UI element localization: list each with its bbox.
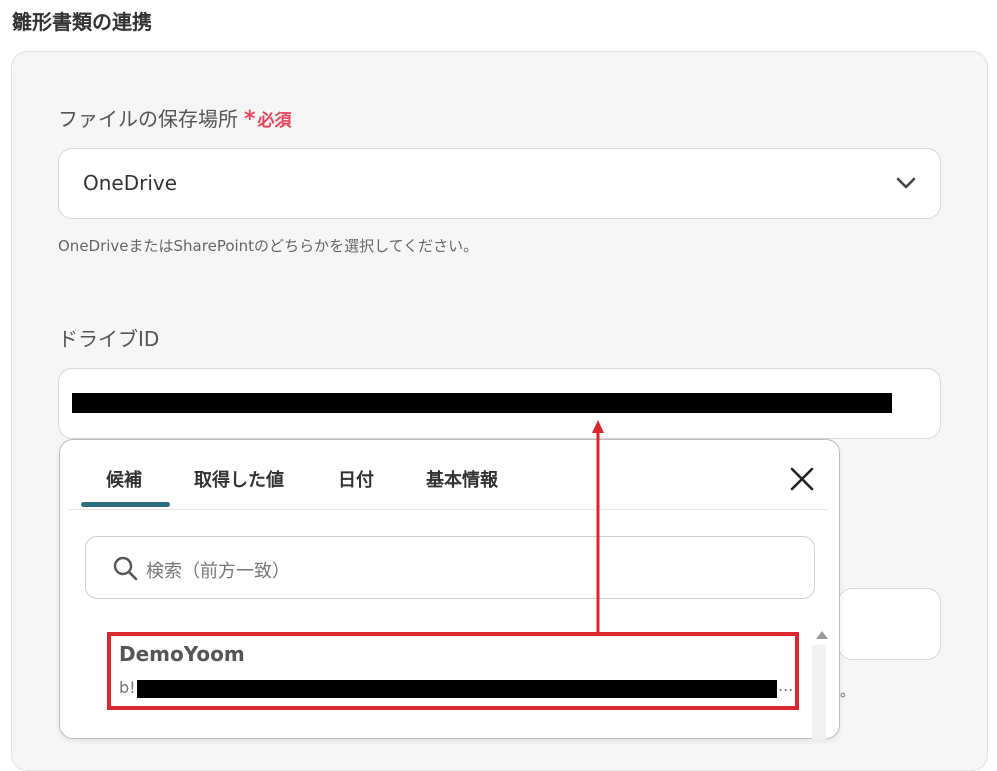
close-icon[interactable] [789,466,815,492]
storage-field-label-text: ファイルの保存場所 [58,107,238,131]
tab-divider [68,509,827,510]
storage-field-label: ファイルの保存場所 * 必須 [58,103,292,132]
search-icon [113,556,138,581]
search-input[interactable]: 検索（前方一致） [85,536,815,599]
drive-id-label: ドライブID [58,327,160,351]
tab-basic-info[interactable]: 基本情報 [426,466,498,492]
drive-id-input[interactable] [58,368,941,439]
list-item[interactable]: DemoYoom b! ... [107,632,799,710]
picker-tabs: 候補 取得した値 日付 基本情報 [60,440,839,510]
partially-hidden-field[interactable] [838,588,941,660]
redacted-drive-id [72,393,892,413]
redacted-item-id [137,680,777,698]
tab-retrieved-values[interactable]: 取得した値 [194,466,284,492]
chevron-down-icon[interactable] [894,171,918,195]
list-item-ellipsis: ... [778,676,794,695]
list-item-title: DemoYoom [119,642,245,666]
storage-location-select[interactable]: OneDrive [58,148,941,219]
required-star-icon: * [244,107,256,132]
section-title: 雛形書類の連携 [12,10,152,34]
list-item-id-prefix: b! [119,678,136,697]
active-tab-indicator [81,502,170,507]
search-placeholder: 検索（前方一致） [146,561,290,582]
scroll-up-icon[interactable] [816,631,828,639]
tab-date[interactable]: 日付 [338,466,374,492]
scrollbar[interactable] [812,645,826,740]
storage-location-value: OneDrive [83,171,178,195]
partially-hidden-help-text: 。 [840,682,856,700]
value-picker-popup: 候補 取得した値 日付 基本情報 検索（前方一致） DemoYoom b! ..… [59,439,840,740]
storage-help-text: OneDriveまたはSharePointのどちらかを選択してください。 [58,237,479,255]
required-badge: 必須 [257,111,292,131]
tab-candidates[interactable]: 候補 [106,466,142,492]
